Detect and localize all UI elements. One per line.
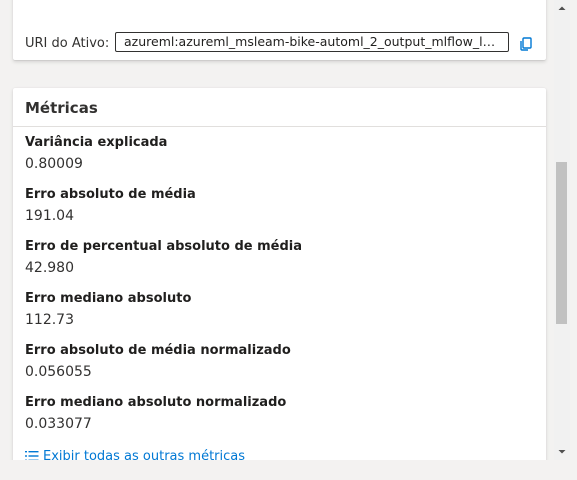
metric-item: Erro absoluto de média 191.04 [25, 186, 525, 226]
metric-name: Variância explicada [25, 135, 168, 150]
scrollbar-thumb[interactable] [556, 162, 567, 324]
metric-item: Erro de percentual absoluto de média 42.… [25, 238, 525, 278]
metric-name: Erro absoluto de média [25, 187, 196, 202]
chevron-up-icon[interactable] [554, 0, 570, 16]
metric-value: 0.033077 [25, 416, 92, 432]
metric-name: Erro mediano absoluto normalizado [25, 395, 287, 410]
chevron-down-icon[interactable] [554, 444, 570, 460]
metrics-card: Métricas Variância explicada 0.80009 Err… [13, 88, 546, 460]
metrics-title: Métricas [25, 99, 98, 117]
bottom-edge [0, 460, 577, 480]
metric-item: Erro absoluto de média normalizado 0.056… [25, 342, 525, 382]
viewport: URI do Ativo: azureml:azureml_msleam-bik… [0, 0, 577, 480]
uri-field[interactable]: azureml:azureml_msleam-bike-automl_2_out… [115, 32, 509, 52]
divider [13, 126, 546, 127]
list-icon [25, 451, 39, 460]
metric-value: 0.80009 [25, 156, 83, 172]
metric-name: Erro mediano absoluto [25, 291, 192, 306]
metric-value: 42.980 [25, 260, 74, 276]
scroll-content: URI do Ativo: azureml:azureml_msleam-bik… [0, 0, 556, 460]
metric-value: 0.056055 [25, 364, 92, 380]
metric-value: 112.73 [25, 312, 74, 328]
copy-icon[interactable] [518, 36, 534, 52]
metric-item: Erro mediano absoluto 112.73 [25, 290, 525, 330]
metric-value: 191.04 [25, 208, 74, 224]
metric-item: Variância explicada 0.80009 [25, 134, 525, 174]
view-all-metrics-label: Exibir todas as outras métricas [43, 449, 246, 460]
metric-name: Erro absoluto de média normalizado [25, 343, 291, 358]
uri-label: URI do Ativo: [25, 36, 110, 51]
metric-item: Erro mediano absoluto normalizado 0.0330… [25, 394, 525, 434]
view-all-metrics-link[interactable]: Exibir todas as outras métricas [25, 448, 245, 460]
metric-name: Erro de percentual absoluto de média [25, 239, 303, 254]
vertical-scrollbar[interactable] [554, 0, 570, 462]
asset-card: URI do Ativo: azureml:azureml_msleam-bik… [13, 0, 546, 60]
asset-cut-row [25, 8, 265, 24]
